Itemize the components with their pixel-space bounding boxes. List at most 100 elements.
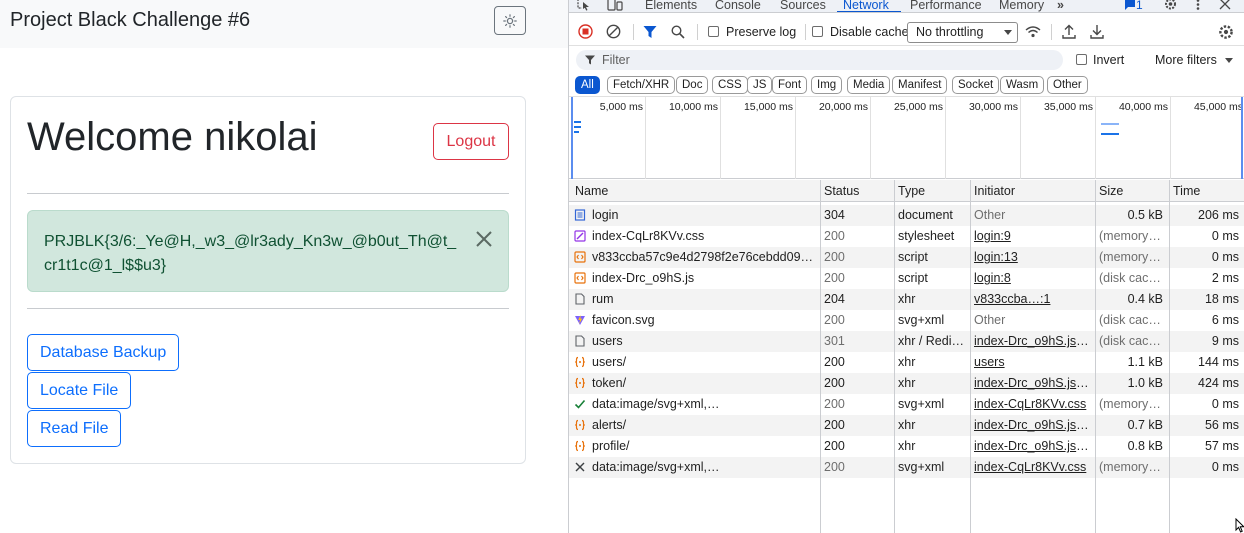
tab-elements[interactable]: Elements <box>645 0 697 12</box>
timeline-overview[interactable]: 5,000 ms 10,000 ms 15,000 ms 20,000 ms 2… <box>569 97 1244 179</box>
clear-icon[interactable] <box>606 24 621 39</box>
request-name[interactable]: data:image/svg+xml,… <box>592 397 814 411</box>
table-row[interactable]: rum 204 xhr v833ccba…:1 0.4 kB 18 ms <box>569 289 1244 310</box>
device-toolbar-icon[interactable] <box>607 0 623 11</box>
table-row[interactable]: index-Drc_o9hS.js 200 script login:8 (disk c… <box>569 268 1244 289</box>
timeline-tick-label: 30,000 ms <box>968 101 1018 113</box>
column-header-initiator[interactable]: Initiator <box>974 184 1015 198</box>
timeline-selection-handle[interactable] <box>571 97 573 179</box>
table-row[interactable]: profile/200 xhr index-Drc_o9hS.js:50 0.8 kB… <box>569 436 1244 457</box>
preserve-log-checkbox[interactable] <box>708 26 719 37</box>
database-backup-button[interactable]: Database Backup <box>27 334 180 371</box>
type-filter-media[interactable]: Media <box>847 76 891 94</box>
request-name[interactable]: rum <box>592 292 814 306</box>
request-name[interactable]: login <box>592 208 814 222</box>
close-devtools-icon[interactable] <box>1219 0 1231 11</box>
app-title: Project Black Challenge #6 <box>10 9 251 31</box>
more-options-icon[interactable] <box>1195 0 1201 11</box>
type-filter-wasm[interactable]: Wasm <box>1000 76 1045 94</box>
request-bar <box>1101 123 1119 125</box>
type-filter-manifest[interactable]: Manifest <box>892 76 948 94</box>
throttling-select[interactable]: No throttling <box>907 22 1018 43</box>
request-initiator[interactable]: users <box>974 355 1092 369</box>
request-name[interactable]: index-Drc_o9hS.js <box>592 271 814 285</box>
column-header-status[interactable]: Status <box>824 184 859 198</box>
request-name[interactable]: alerts/ <box>592 418 814 432</box>
request-name[interactable]: profile/ <box>592 439 814 453</box>
tab-performance[interactable]: Performance <box>910 0 982 12</box>
request-initiator[interactable]: index-CqLr8KVv.css <box>974 397 1092 411</box>
tab-console[interactable]: Console <box>715 0 761 12</box>
timeline-selection-handle[interactable] <box>1241 97 1243 179</box>
request-name[interactable]: data:image/svg+xml,… <box>592 460 814 474</box>
column-header-name[interactable]: Name <box>575 184 608 198</box>
issues-icon[interactable] <box>1124 0 1136 11</box>
table-row[interactable]: token/200 xhr index-Drc_o9hS.js:50 1.0 kB 42… <box>569 373 1244 394</box>
table-row[interactable]: data:image/svg+xml,… 200 svg+xml index-CqLr… <box>569 457 1244 478</box>
table-row[interactable]: v833ccba57c9e4d2798f2e76cebdd09a… 200 scri… <box>569 247 1244 268</box>
request-initiator[interactable]: v833ccba…:1 <box>974 292 1092 306</box>
search-icon[interactable] <box>671 25 685 39</box>
type-filter-doc[interactable]: Doc <box>676 76 709 94</box>
request-initiator[interactable]: index-CqLr8KVv.css <box>974 460 1092 474</box>
stop-recording-icon[interactable] <box>578 24 593 39</box>
type-filter-img[interactable]: Img <box>811 76 843 94</box>
close-icon[interactable] <box>472 227 496 251</box>
table-row[interactable]: data:image/svg+xml,… 200 svg+xml index-CqLr… <box>569 394 1244 415</box>
timeline-tick-label: 45,000 ms <box>1193 101 1243 113</box>
type-filter-css[interactable]: CSS <box>712 76 748 94</box>
read-file-button[interactable]: Read File <box>27 410 122 447</box>
table-row[interactable]: login 304 document Other 0.5 kB 206 ms <box>569 205 1244 226</box>
toolbar-divider <box>805 24 806 40</box>
table-row[interactable]: users 301 xhr / Redir… index-Drc_o9hS.js:50… <box>569 331 1244 352</box>
request-bar <box>574 126 581 128</box>
network-conditions-icon[interactable] <box>1025 25 1041 38</box>
request-status: 200 <box>824 313 845 327</box>
request-initiator[interactable]: index-Drc_o9hS.js:50 <box>974 418 1092 432</box>
type-filter-all[interactable]: All <box>575 76 600 94</box>
column-header-type[interactable]: Type <box>898 184 925 198</box>
request-initiator[interactable]: login:9 <box>974 229 1092 243</box>
request-name[interactable]: token/ <box>592 376 814 390</box>
filter-icon[interactable] <box>643 25 657 39</box>
request-initiator[interactable]: login:13 <box>974 250 1092 264</box>
logout-button[interactable]: Logout <box>433 123 509 160</box>
theme-toggle-button[interactable] <box>494 6 526 35</box>
table-row[interactable]: alerts/200 xhr index-Drc_o9hS.js:50 0.7 kB 5… <box>569 415 1244 436</box>
type-filter-socket[interactable]: Socket <box>952 76 1000 94</box>
request-name[interactable]: index-CqLr8KVv.css <box>592 229 814 243</box>
more-filters-dropdown[interactable]: More filters <box>1155 53 1217 67</box>
type-filter-fetch-xhr[interactable]: Fetch/XHR <box>607 76 676 94</box>
invert-checkbox[interactable] <box>1076 54 1087 65</box>
locate-file-button[interactable]: Locate File <box>27 372 132 409</box>
request-size: (disk cache) <box>1099 271 1163 285</box>
request-name[interactable]: v833ccba57c9e4d2798f2e76cebdd09a… <box>592 250 814 264</box>
network-settings-icon[interactable] <box>1218 24 1234 40</box>
tab-sources[interactable]: Sources <box>780 0 826 12</box>
table-row[interactable]: index-CqLr8KVv.css 200 stylesheet login:9 (m… <box>569 226 1244 247</box>
request-type: xhr / Redir… <box>898 334 968 348</box>
type-filter-js[interactable]: JS <box>747 76 773 94</box>
type-filter-font[interactable]: Font <box>772 76 808 94</box>
type-filter-other[interactable]: Other <box>1047 76 1088 94</box>
table-row[interactable]: users/200 xhr users 1.1 kB 144 ms <box>569 352 1244 373</box>
preserve-log-label: Preserve log <box>726 25 797 39</box>
column-header-time[interactable]: Time <box>1173 184 1200 198</box>
tab-memory[interactable]: Memory <box>999 0 1044 12</box>
inspect-element-icon[interactable] <box>577 0 591 11</box>
settings-icon[interactable] <box>1164 0 1177 11</box>
request-name[interactable]: users <box>592 334 814 348</box>
more-tabs-icon[interactable]: » <box>1057 0 1064 12</box>
disable-cache-checkbox[interactable] <box>812 26 823 37</box>
request-initiator[interactable]: index-Drc_o9hS.js:50 <box>974 376 1092 390</box>
export-har-icon[interactable] <box>1090 24 1104 39</box>
request-name[interactable]: favicon.svg <box>592 313 814 327</box>
request-name[interactable]: users/ <box>592 355 814 369</box>
request-initiator[interactable]: index-Drc_o9hS.js:50 <box>974 439 1092 453</box>
filter-input[interactable]: Filter <box>576 50 1063 70</box>
column-header-size[interactable]: Size <box>1099 184 1123 198</box>
import-har-icon[interactable] <box>1062 24 1076 39</box>
request-initiator[interactable]: login:8 <box>974 271 1092 285</box>
table-row[interactable]: favicon.svg 200 svg+xml Other (disk cache) 6 … <box>569 310 1244 331</box>
request-initiator[interactable]: index-Drc_o9hS.js:50 <box>974 334 1092 348</box>
